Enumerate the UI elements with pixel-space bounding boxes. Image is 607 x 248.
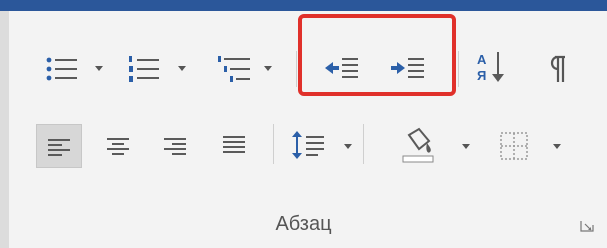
chevron-down-icon — [344, 144, 352, 149]
shading-icon — [402, 127, 434, 163]
separator — [273, 124, 274, 164]
shading-dropdown-button[interactable] — [460, 141, 472, 153]
chevron-down-icon — [95, 66, 103, 71]
group-label: Абзац — [275, 213, 332, 235]
align-left-icon — [48, 139, 70, 156]
align-center-icon — [107, 138, 129, 155]
bullets-dropdown-button[interactable] — [93, 63, 105, 75]
justify-icon — [223, 136, 245, 153]
dialog-launcher-icon — [580, 221, 594, 232]
align-left-button[interactable] — [36, 124, 82, 168]
line-spacing-button[interactable] — [288, 128, 332, 162]
numbering-button[interactable] — [117, 52, 173, 86]
separator — [363, 124, 364, 164]
align-center-button[interactable] — [98, 128, 138, 162]
indent-highlight-box — [298, 14, 456, 96]
chevron-down-icon — [462, 144, 470, 149]
borders-button[interactable] — [494, 127, 534, 165]
chevron-down-icon — [178, 66, 186, 71]
borders-icon — [500, 132, 528, 160]
multilevel-list-dropdown-button[interactable] — [262, 63, 274, 75]
multilevel-list-icon — [218, 56, 250, 82]
line-spacing-dropdown-button[interactable] — [342, 141, 354, 153]
title-bar — [0, 0, 607, 11]
chevron-down-icon — [553, 144, 561, 149]
numbering-icon — [129, 56, 159, 82]
shading-button[interactable] — [395, 124, 441, 166]
sort-icon: A Я — [477, 52, 504, 83]
paragraph-dialog-launcher[interactable] — [579, 219, 595, 233]
align-right-icon — [164, 138, 186, 155]
bullets-button[interactable] — [38, 52, 92, 86]
separator — [296, 51, 297, 87]
multilevel-list-button[interactable] — [208, 52, 262, 86]
bullets-icon — [46, 57, 77, 81]
align-right-button[interactable] — [155, 128, 195, 162]
svg-text:A: A — [477, 52, 487, 67]
sort-button[interactable]: A Я — [472, 50, 512, 84]
show-hide-marks-button[interactable] — [540, 52, 574, 86]
pilcrow-icon — [550, 55, 565, 82]
justify-button[interactable] — [214, 128, 254, 162]
numbering-dropdown-button[interactable] — [176, 63, 188, 75]
separator — [458, 51, 459, 87]
borders-dropdown-button[interactable] — [551, 141, 563, 153]
chevron-down-icon — [264, 66, 272, 71]
svg-text:Я: Я — [477, 68, 486, 83]
line-spacing-icon — [292, 131, 324, 159]
